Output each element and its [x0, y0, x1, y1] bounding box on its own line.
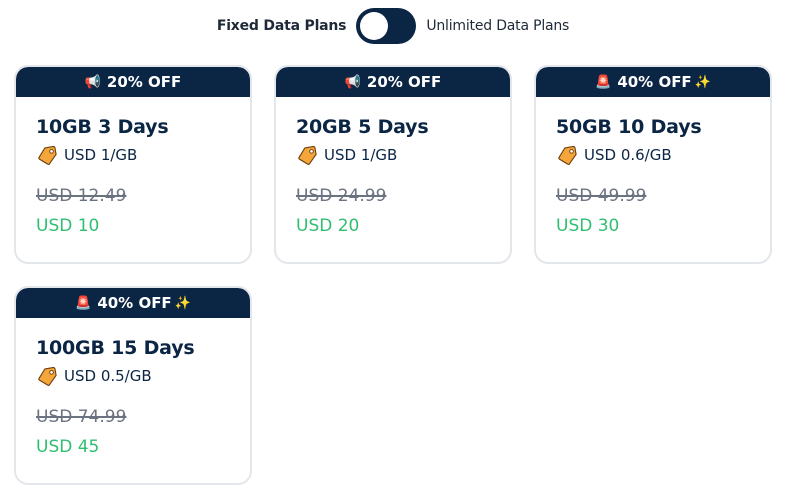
- discounted-price: USD 30: [556, 216, 620, 236]
- original-price: USD 49.99: [556, 186, 647, 206]
- price-tag-icon: [38, 145, 57, 165]
- discount-banner: 📢 20% OFF: [16, 67, 250, 97]
- discount-banner: 🚨 40% OFF ✨: [536, 67, 770, 97]
- discount-label: 40% OFF: [617, 73, 692, 91]
- unit-price: USD 1/GB: [324, 146, 398, 164]
- price-tag-icon: [38, 366, 57, 386]
- unlimited-data-plans-label[interactable]: Unlimited Data Plans: [426, 18, 569, 34]
- unit-price: USD 1/GB: [64, 146, 138, 164]
- plan-card[interactable]: 🚨 40% OFF ✨ 100GB 15 Days USD 0.5/GB USD…: [14, 286, 252, 485]
- discount-banner: 📢 20% OFF: [276, 67, 510, 97]
- megaphone-icon: 📢: [344, 74, 361, 90]
- fixed-data-plans-label[interactable]: Fixed Data Plans: [217, 18, 347, 34]
- plan-name: 50GB 10 Days: [556, 116, 702, 138]
- discounted-price: USD 10: [36, 216, 100, 236]
- siren-icon: 🚨: [75, 295, 92, 311]
- plan-type-toggle-row: Fixed Data Plans Unlimited Data Plans: [0, 8, 786, 44]
- original-price: USD 24.99: [296, 186, 387, 206]
- discounted-price: USD 20: [296, 216, 360, 236]
- megaphone-icon: 📢: [84, 74, 101, 90]
- discount-label: 20% OFF: [106, 73, 182, 91]
- price-tag-icon: [298, 145, 317, 165]
- plan-name: 10GB 3 Days: [36, 116, 169, 138]
- switch-knob: [360, 12, 389, 40]
- discount-label: 20% OFF: [366, 73, 442, 91]
- plan-card[interactable]: 🚨 40% OFF ✨ 50GB 10 Days USD 0.6/GB USD …: [534, 65, 772, 264]
- plan-name: 100GB 15 Days: [36, 337, 195, 359]
- unit-price: USD 0.5/GB: [64, 367, 152, 385]
- discount-label: 40% OFF: [97, 294, 172, 312]
- unit-price: USD 0.6/GB: [584, 146, 672, 164]
- sparkles-icon: ✨: [174, 295, 191, 311]
- plan-type-switch[interactable]: [356, 8, 417, 44]
- original-price: USD 74.99: [36, 407, 127, 427]
- plan-card[interactable]: 📢 20% OFF 20GB 5 Days USD 1/GB USD 24.99…: [274, 65, 512, 264]
- original-price: USD 12.49: [36, 186, 127, 206]
- plan-card[interactable]: 📢 20% OFF 10GB 3 Days USD 1/GB USD 12.49…: [14, 65, 252, 264]
- discount-banner: 🚨 40% OFF ✨: [16, 288, 250, 318]
- price-tag-icon: [558, 145, 577, 165]
- siren-icon: 🚨: [595, 74, 612, 90]
- discounted-price: USD 45: [36, 437, 100, 457]
- plan-name: 20GB 5 Days: [296, 116, 429, 138]
- sparkles-icon: ✨: [694, 74, 711, 90]
